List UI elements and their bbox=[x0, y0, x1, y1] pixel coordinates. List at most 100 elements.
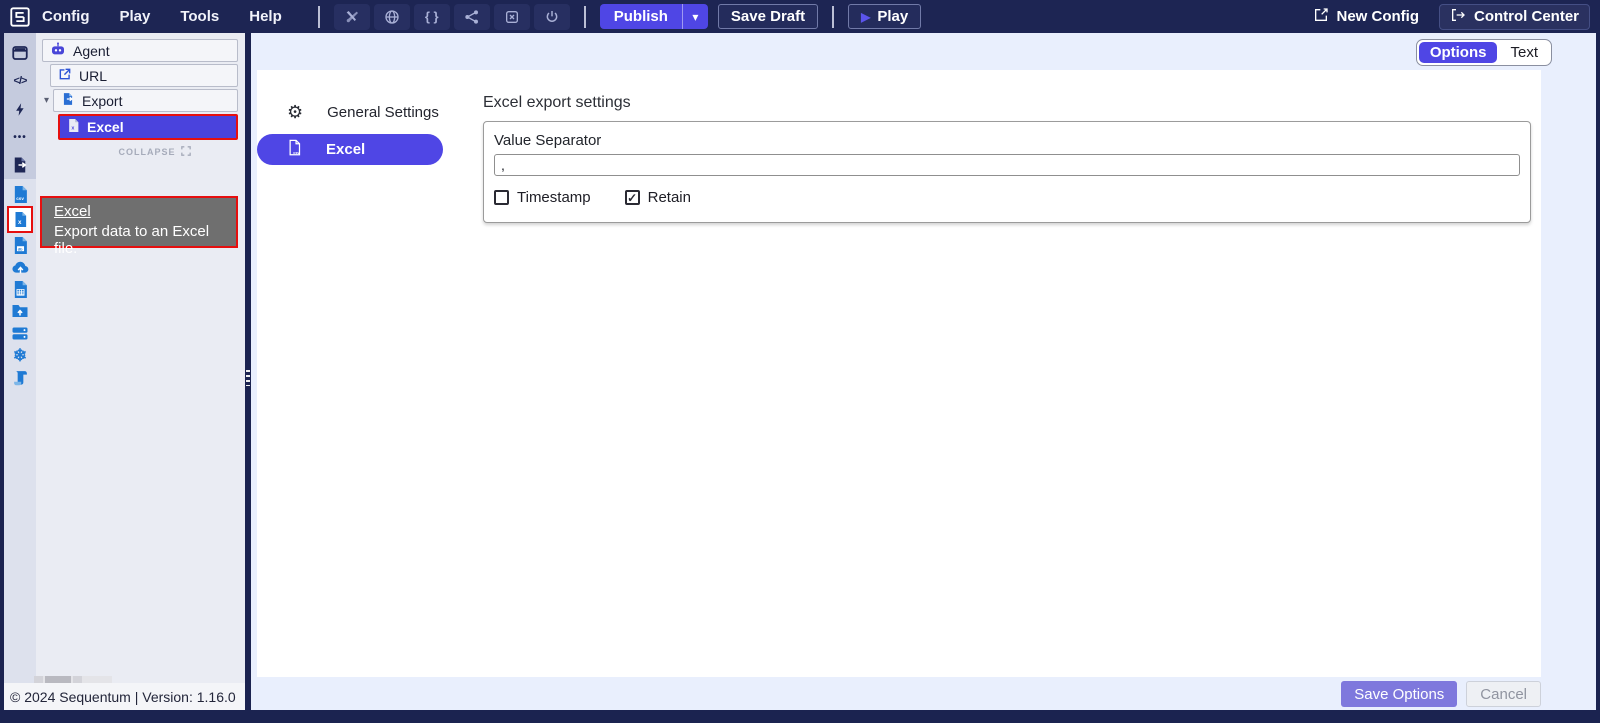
svg-text:csv: csv bbox=[16, 196, 24, 201]
collapse-control[interactable]: COLLAPSE bbox=[64, 143, 245, 161]
share-nodes-button[interactable] bbox=[454, 4, 490, 30]
menu-tools[interactable]: Tools bbox=[180, 8, 219, 25]
publish-button[interactable]: Publish bbox=[600, 4, 682, 29]
command-icons-bottom: csv x db bbox=[4, 179, 36, 683]
splitter-grip-icon[interactable] bbox=[246, 370, 250, 386]
new-config-button[interactable]: New Config bbox=[1313, 7, 1420, 27]
tools-button[interactable] bbox=[334, 4, 370, 30]
excel-file-icon-highlighted[interactable]: x bbox=[7, 206, 33, 233]
timestamp-checkbox[interactable] bbox=[494, 190, 509, 205]
menu-config[interactable]: Config bbox=[42, 8, 89, 25]
scroll-right-arrow[interactable] bbox=[73, 676, 82, 683]
checkbox-row: Timestamp Retain bbox=[494, 189, 1520, 206]
scrollbar-thumb[interactable] bbox=[45, 676, 71, 683]
tree-item-excel-selected[interactable]: x Excel bbox=[58, 114, 238, 140]
view-mode-toggle: Options Text bbox=[1416, 39, 1552, 66]
tools-icon bbox=[344, 9, 360, 25]
file-export-icon[interactable] bbox=[8, 153, 32, 177]
snowflake-icon[interactable]: ❄ bbox=[9, 345, 31, 365]
play-icon: ▶ bbox=[861, 10, 870, 24]
script-icon[interactable] bbox=[9, 367, 31, 387]
nav-item-excel-selected[interactable]: csv Excel bbox=[257, 134, 443, 165]
divider bbox=[584, 6, 586, 28]
action-footer: Save Options Cancel bbox=[251, 677, 1596, 710]
value-separator-input[interactable] bbox=[494, 154, 1520, 176]
settings-content: Excel export settings Value Separator Ti… bbox=[483, 70, 1541, 677]
tree-item-label: Export bbox=[82, 93, 122, 109]
tree-row-excel: x Excel bbox=[36, 114, 238, 140]
toggle-text[interactable]: Text bbox=[1499, 42, 1549, 63]
tree-row-export: ▾ Export bbox=[36, 89, 238, 112]
tree-row-url: URL bbox=[36, 64, 238, 87]
divider bbox=[832, 6, 834, 28]
publish-split-button: Publish ▾ bbox=[600, 4, 708, 29]
checkbox-label: Retain bbox=[648, 189, 691, 206]
db-file-icon[interactable]: db bbox=[9, 235, 31, 255]
command-icons-top: </> ••• bbox=[4, 33, 36, 179]
tree-item-agent[interactable]: Agent bbox=[42, 39, 238, 62]
main-area: Options Text ⚙ General Settings csv Exce… bbox=[251, 33, 1596, 710]
app-window: Config Play Tools Help { } bbox=[0, 0, 1600, 723]
robot-icon bbox=[50, 42, 66, 59]
agent-tree-panel: Agent URL ▾ bbox=[36, 33, 245, 683]
csv-file-icon: csv bbox=[287, 139, 302, 160]
menu-help[interactable]: Help bbox=[249, 8, 282, 25]
save-options-button[interactable]: Save Options bbox=[1341, 681, 1457, 707]
braces-button[interactable]: { } bbox=[414, 4, 450, 30]
svg-text:csv: csv bbox=[293, 151, 300, 155]
horizontal-scrollbar[interactable] bbox=[34, 676, 112, 683]
value-separator-label: Value Separator bbox=[494, 132, 1520, 149]
save-draft-button[interactable]: Save Draft bbox=[718, 4, 818, 29]
panel-splitter[interactable] bbox=[245, 33, 251, 710]
divider bbox=[318, 6, 320, 28]
main-top-strip: Options Text bbox=[251, 33, 1596, 70]
timestamp-checkbox-item[interactable]: Timestamp bbox=[494, 189, 591, 206]
bolt-icon[interactable] bbox=[8, 97, 32, 121]
tree-item-label: Agent bbox=[73, 43, 110, 59]
new-config-label: New Config bbox=[1337, 8, 1420, 25]
cancel-button[interactable]: Cancel bbox=[1466, 681, 1541, 707]
publish-dropdown-button[interactable]: ▾ bbox=[682, 4, 708, 29]
box-cancel-icon bbox=[504, 9, 520, 25]
menu-play[interactable]: Play bbox=[119, 8, 150, 25]
menu-bar: Config Play Tools Help bbox=[42, 8, 282, 25]
ellipsis-icon[interactable]: ••• bbox=[8, 125, 32, 149]
play-button[interactable]: ▶ Play bbox=[848, 4, 921, 29]
tree-item-label: URL bbox=[79, 68, 107, 84]
svg-text:db: db bbox=[17, 246, 22, 251]
csv-file-icon[interactable]: csv bbox=[9, 184, 31, 204]
tree-expand-caret[interactable]: ▾ bbox=[40, 95, 53, 106]
drive-icon[interactable] bbox=[9, 323, 31, 343]
scroll-left-arrow[interactable] bbox=[34, 676, 43, 683]
gear-icon: ⚙ bbox=[287, 102, 303, 123]
sequentum-logo-icon bbox=[8, 5, 32, 29]
nav-item-general-settings[interactable]: ⚙ General Settings bbox=[257, 95, 483, 130]
play-label: Play bbox=[877, 8, 908, 25]
control-center-button[interactable]: Control Center bbox=[1439, 4, 1590, 30]
box-cancel-button[interactable] bbox=[494, 4, 530, 30]
tree-item-export[interactable]: Export bbox=[53, 89, 238, 112]
tree-item-label: Excel bbox=[87, 119, 124, 135]
tree-item-url[interactable]: URL bbox=[50, 64, 238, 87]
file-export-icon bbox=[61, 92, 75, 109]
folder-upload-icon[interactable] bbox=[9, 301, 31, 321]
control-center-label: Control Center bbox=[1474, 8, 1579, 25]
version-text: © 2024 Sequentum | Version: 1.16.0 bbox=[4, 683, 245, 705]
code-icon[interactable]: </> bbox=[8, 69, 32, 93]
export-options-box: Value Separator Timestamp Retain bbox=[483, 121, 1531, 223]
command-icon-strip: </> ••• csv x bbox=[4, 33, 36, 683]
collapse-label: COLLAPSE bbox=[118, 147, 175, 157]
retain-checkbox-item[interactable]: Retain bbox=[625, 189, 691, 206]
globe-button[interactable] bbox=[374, 4, 410, 30]
toggle-options[interactable]: Options bbox=[1419, 42, 1498, 63]
parquet-file-icon[interactable] bbox=[9, 279, 31, 299]
retain-checkbox[interactable] bbox=[625, 190, 640, 205]
browser-icon[interactable] bbox=[8, 41, 32, 65]
power-button[interactable] bbox=[534, 4, 570, 30]
excel-tooltip: Excel Export data to an Excel file. bbox=[40, 196, 238, 248]
external-link-icon bbox=[58, 67, 72, 84]
power-icon bbox=[544, 9, 560, 25]
cloud-upload-icon[interactable] bbox=[9, 257, 31, 277]
settings-nav: ⚙ General Settings csv Excel bbox=[257, 70, 483, 677]
chevron-down-icon: ▾ bbox=[692, 10, 698, 24]
